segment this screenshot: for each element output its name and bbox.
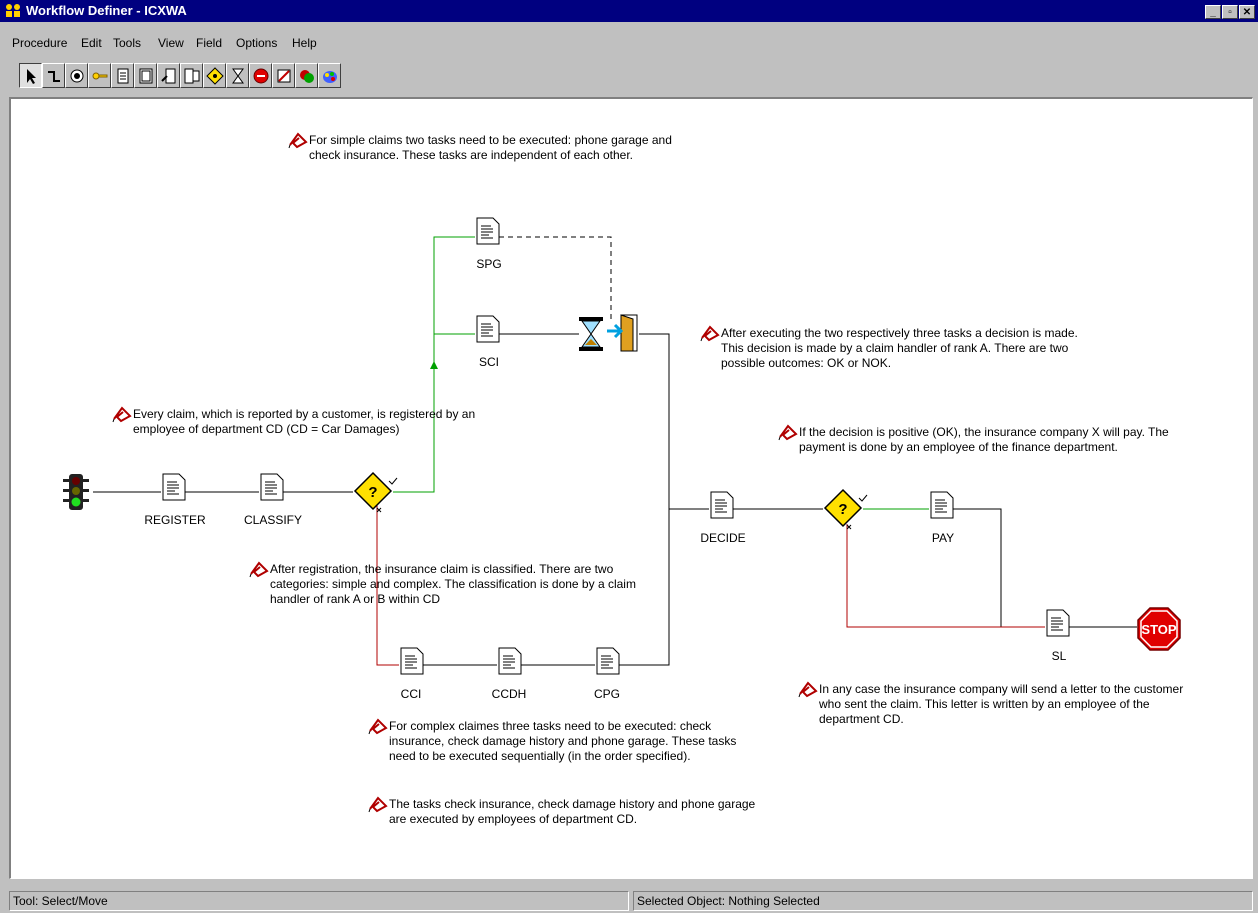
workflow-canvas[interactable]: REGISTER CLASSIFY SPG SCI CCI CCDH CPG D…: [9, 97, 1253, 879]
stop-label: STOP: [1141, 622, 1176, 637]
window-title: Workflow Definer - ICXWA: [26, 3, 187, 18]
close-button[interactable]: ✕: [1239, 5, 1255, 19]
app-icon: [6, 4, 20, 17]
paperclip-icon: [288, 132, 308, 149]
paperclip-icon: [778, 424, 798, 441]
stop-icon: [253, 68, 269, 84]
menu-tools[interactable]: Tools: [113, 36, 141, 50]
menu-help[interactable]: Help: [292, 36, 317, 50]
status-selected: Selected Object: Nothing Selected: [633, 891, 1253, 911]
task-edit-tool-button[interactable]: [157, 63, 180, 88]
task-spg-icon[interactable]: [475, 217, 501, 245]
note-tasks-executed[interactable]: The tasks check insurance, check damage …: [367, 796, 756, 827]
task-sl-icon[interactable]: [1045, 609, 1071, 637]
note-complex-claims[interactable]: For complex claimes three tasks need to …: [367, 718, 737, 764]
task-tool-button[interactable]: [111, 63, 134, 88]
decision-classify-icon[interactable]: ?: [351, 471, 399, 515]
status-tool: Tool: Select/Move: [9, 891, 629, 911]
task-list-tool-button[interactable]: [180, 63, 203, 88]
hourglass-icon: [232, 68, 244, 84]
restore-button[interactable]: ▫: [1222, 5, 1238, 19]
task-classify-label: CLASSIFY: [243, 513, 303, 527]
decision-decide-icon[interactable]: ?: [821, 488, 869, 532]
subprocess-tool-button[interactable]: [134, 63, 157, 88]
note-tasks-text: The tasks check insurance, check damage …: [389, 797, 756, 826]
menu-bar: Procedure Edit Tools View Field Options …: [0, 32, 1258, 52]
note-positive[interactable]: If the decision is positive (OK), the in…: [777, 424, 1169, 455]
key-tool-button[interactable]: [88, 63, 111, 88]
palette-tool-button[interactable]: [318, 63, 341, 88]
task-pay-label: PAY: [931, 531, 955, 545]
select-tool-button[interactable]: [19, 63, 42, 88]
note-simple-claims[interactable]: For simple claims two tasks need to be e…: [287, 132, 672, 163]
task-ccdh-label: CCDH: [491, 687, 527, 701]
task-edit-icon: [161, 68, 176, 84]
task-sl-label: SL: [1051, 649, 1067, 663]
routing-icon: [300, 70, 314, 83]
task-sci-label: SCI: [478, 355, 499, 369]
task-cci-icon[interactable]: [399, 647, 425, 675]
svg-text:?: ?: [838, 501, 847, 518]
connector-tool-button[interactable]: [42, 63, 65, 88]
task-ccdh-icon[interactable]: [497, 647, 523, 675]
note-complex-text: For complex claimes three tasks need to …: [389, 719, 737, 763]
note-every-text: Every claim, which is reported by a cust…: [133, 407, 476, 436]
task-register-label: REGISTER: [144, 513, 206, 527]
note-icon: [277, 69, 291, 83]
start-tool-button[interactable]: [65, 63, 88, 88]
task-spg-label: SPG: [476, 257, 502, 271]
menu-options[interactable]: Options: [236, 36, 277, 50]
paperclip-icon: [249, 561, 269, 578]
menu-procedure[interactable]: Procedure: [12, 36, 67, 50]
menu-edit[interactable]: Edit: [81, 36, 102, 50]
color-palette-icon: [323, 71, 337, 83]
note-letter-text: In any case the insurance company will s…: [819, 682, 1184, 726]
note-registration[interactable]: After registration, the insurance claim …: [248, 561, 636, 607]
task-decide-icon[interactable]: [709, 491, 735, 519]
minimize-button[interactable]: _: [1205, 5, 1221, 19]
svg-text:?: ?: [368, 484, 377, 501]
note-letter[interactable]: In any case the insurance company will s…: [797, 681, 1184, 727]
connector-icon: [48, 71, 60, 82]
note-every-claim[interactable]: Every claim, which is reported by a cust…: [111, 406, 476, 437]
start-traffic-light-icon[interactable]: [61, 473, 91, 511]
decision-tool-button[interactable]: [203, 63, 226, 88]
decision-icon: [206, 67, 224, 85]
key-icon: [92, 72, 108, 80]
task-cci-label: CCI: [400, 687, 422, 701]
paperclip-icon: [700, 325, 720, 342]
subprocess-icon: [139, 68, 153, 84]
start-node-icon: [70, 69, 84, 83]
stop-sign-icon[interactable]: STOP: [1137, 607, 1181, 651]
task-sci-icon[interactable]: [475, 315, 501, 343]
note-registration-text: After registration, the insurance claim …: [270, 562, 636, 606]
task-cpg-icon[interactable]: [595, 647, 621, 675]
join-hourglass-icon[interactable]: [577, 315, 607, 353]
note-decision[interactable]: After executing the two respectively thr…: [699, 325, 1078, 371]
routing-tool-button[interactable]: [295, 63, 318, 88]
task-icon: [117, 68, 129, 84]
task-classify-icon[interactable]: [259, 473, 285, 501]
paperclip-icon: [112, 406, 132, 423]
task-register-icon[interactable]: [161, 473, 187, 501]
select-icon: [27, 69, 36, 84]
timer-tool-button[interactable]: [226, 63, 249, 88]
note-decision-text: After executing the two respectively thr…: [721, 326, 1078, 370]
task-cpg-label: CPG: [593, 687, 620, 701]
note-simple-text: For simple claims two tasks need to be e…: [309, 133, 672, 162]
paperclip-icon: [798, 681, 818, 698]
task-list-icon: [184, 68, 200, 84]
menu-field[interactable]: Field: [196, 36, 222, 50]
title-bar: Workflow Definer - ICXWA _ ▫ ✕: [0, 0, 1258, 22]
paperclip-icon: [368, 796, 388, 813]
note-tool-button[interactable]: [272, 63, 295, 88]
task-pay-icon[interactable]: [929, 491, 955, 519]
menu-view[interactable]: View: [158, 36, 184, 50]
paperclip-icon: [368, 718, 388, 735]
stop-tool-button[interactable]: [249, 63, 272, 88]
join-door-icon[interactable]: [605, 313, 641, 353]
note-positive-text: If the decision is positive (OK), the in…: [799, 425, 1169, 454]
task-decide-label: DECIDE: [700, 531, 746, 545]
